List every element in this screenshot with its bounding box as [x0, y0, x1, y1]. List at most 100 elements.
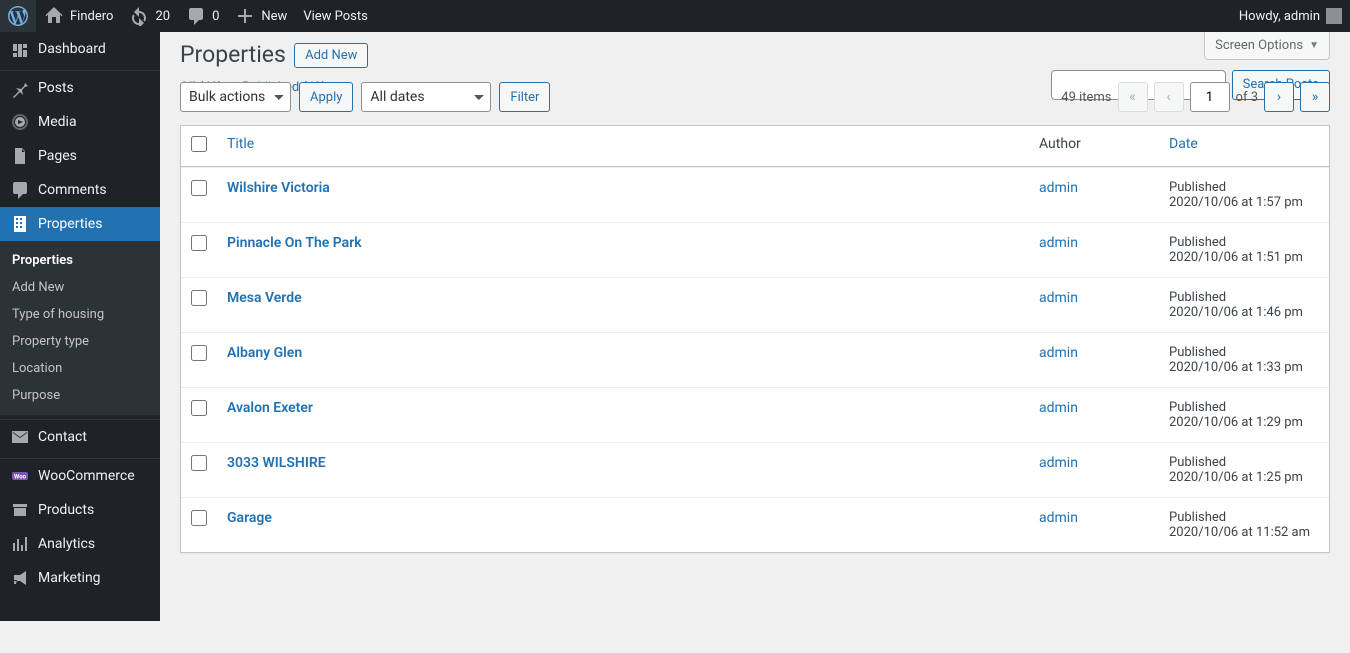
- table-row: 3033 WILSHIRE admin Published2020/10/06 at…: [181, 442, 1329, 497]
- row-author-link[interactable]: admin: [1039, 510, 1078, 526]
- building-icon: [10, 214, 30, 234]
- column-date[interactable]: Date: [1159, 126, 1329, 167]
- row-author-link[interactable]: admin: [1039, 400, 1078, 416]
- chevron-down-icon: ▼: [1309, 40, 1319, 51]
- row-date: Published2020/10/06 at 1:46 pm: [1159, 277, 1329, 332]
- table-row: Avalon ExeteradminPublished2020/10/06 at…: [181, 387, 1329, 442]
- comments-icon: [10, 180, 30, 200]
- my-account[interactable]: Howdy, admin: [1231, 0, 1350, 32]
- date-filter-select[interactable]: All dates: [361, 82, 491, 112]
- menu-dashboard[interactable]: Dashboard: [0, 32, 160, 66]
- row-author-link[interactable]: admin: [1039, 290, 1078, 306]
- column-author: Author: [1029, 126, 1159, 167]
- table-row: Albany GlenadminPublished2020/10/06 at 1…: [181, 332, 1329, 387]
- table-row: GarageadminPublished2020/10/06 at 11:52 …: [181, 497, 1329, 552]
- menu-posts[interactable]: Posts: [0, 71, 160, 105]
- mail-icon: [10, 427, 30, 447]
- view-posts-link[interactable]: View Posts: [295, 0, 376, 32]
- submenu-item-type-housing[interactable]: Type of housing: [0, 301, 160, 328]
- row-title-link[interactable]: Wilshire Victoria: [227, 180, 330, 196]
- screen-options-button[interactable]: Screen Options ▼: [1204, 32, 1330, 60]
- new-content-link[interactable]: New: [227, 0, 295, 32]
- svg-text:Woo: Woo: [14, 474, 27, 481]
- row-checkbox[interactable]: [191, 400, 207, 416]
- home-icon: [44, 6, 64, 26]
- add-new-button[interactable]: Add New: [294, 43, 368, 68]
- megaphone-icon: [10, 568, 30, 588]
- site-name-link[interactable]: Findero: [36, 0, 121, 32]
- menu-analytics-label: Analytics: [38, 536, 95, 552]
- wordpress-icon: [8, 6, 28, 26]
- row-checkbox[interactable]: [191, 235, 207, 251]
- row-title-link[interactable]: Albany Glen: [227, 345, 302, 361]
- row-title-link[interactable]: Mesa Verde: [227, 290, 302, 306]
- menu-comments[interactable]: Comments: [0, 173, 160, 207]
- submenu-item-properties[interactable]: Properties: [0, 247, 160, 274]
- menu-woocommerce[interactable]: Woo WooCommerce: [0, 459, 160, 493]
- row-title-link[interactable]: Avalon Exeter: [227, 400, 313, 416]
- menu-comments-label: Comments: [38, 182, 107, 198]
- updates-link[interactable]: 20: [121, 0, 178, 32]
- row-date: Published2020/10/06 at 1:25 pm: [1159, 442, 1329, 497]
- updates-count: 20: [155, 9, 170, 24]
- archive-icon: [10, 500, 30, 520]
- submenu-properties: Properties Add New Type of housing Prope…: [0, 241, 160, 415]
- next-page-button[interactable]: ›: [1264, 82, 1294, 112]
- table-row: Mesa Verde admin Published2020/10/06 at 1:…: [181, 277, 1329, 332]
- items-count: 49 items: [1061, 90, 1111, 105]
- submenu-item-purpose[interactable]: Purpose: [0, 382, 160, 409]
- row-checkbox[interactable]: [191, 180, 207, 196]
- update-icon: [129, 6, 149, 26]
- page-title: Properties: [180, 32, 286, 72]
- menu-dashboard-label: Dashboard: [38, 41, 106, 57]
- woo-icon: Woo: [10, 466, 30, 486]
- submenu-item-property-type[interactable]: Property type: [0, 328, 160, 355]
- row-author-link[interactable]: admin: [1039, 180, 1078, 196]
- dashboard-icon: [10, 39, 30, 59]
- table-row: Pinnacle On The ParkadminPublished2020/1…: [181, 222, 1329, 277]
- comments-link[interactable]: 0: [178, 0, 227, 32]
- menu-products[interactable]: Products: [0, 493, 160, 527]
- total-pages-label: of 3: [1236, 90, 1258, 105]
- row-checkbox[interactable]: [191, 290, 207, 306]
- page-icon: [10, 146, 30, 166]
- row-author-link[interactable]: admin: [1039, 455, 1078, 471]
- row-title-link[interactable]: 3033 WILSHIRE: [227, 455, 326, 471]
- filter-button[interactable]: Filter: [499, 82, 550, 112]
- menu-properties[interactable]: Properties: [0, 207, 160, 241]
- submenu-item-location[interactable]: Location: [0, 355, 160, 382]
- submenu-item-add-new[interactable]: Add New: [0, 274, 160, 301]
- menu-properties-label: Properties: [38, 216, 102, 232]
- row-checkbox[interactable]: [191, 510, 207, 526]
- menu-products-label: Products: [38, 502, 94, 518]
- prev-page-button: ‹: [1154, 82, 1184, 112]
- avatar: [1326, 8, 1342, 24]
- apply-button[interactable]: Apply: [299, 82, 353, 112]
- current-page-input[interactable]: [1190, 82, 1230, 112]
- row-author-link[interactable]: admin: [1039, 345, 1078, 361]
- menu-pages[interactable]: Pages: [0, 139, 160, 173]
- pin-icon: [10, 78, 30, 98]
- menu-media[interactable]: Media: [0, 105, 160, 139]
- table-row: Wilshire VictoriaadminPublished2020/10/0…: [181, 167, 1329, 222]
- column-title[interactable]: Title: [217, 126, 1029, 167]
- menu-woocommerce-label: WooCommerce: [38, 468, 135, 484]
- menu-contact[interactable]: Contact: [0, 420, 160, 454]
- row-author-link[interactable]: admin: [1039, 235, 1078, 251]
- menu-marketing[interactable]: Marketing: [0, 561, 160, 595]
- comment-icon: [186, 6, 206, 26]
- row-checkbox[interactable]: [191, 455, 207, 471]
- select-all-checkbox[interactable]: [191, 136, 207, 152]
- last-page-button[interactable]: »: [1300, 82, 1330, 112]
- menu-analytics[interactable]: Analytics: [0, 527, 160, 561]
- menu-contact-label: Contact: [38, 429, 87, 445]
- menu-media-label: Media: [38, 114, 77, 130]
- row-checkbox[interactable]: [191, 345, 207, 361]
- row-title-link[interactable]: Garage: [227, 510, 272, 526]
- row-title-link[interactable]: Pinnacle On The Park: [227, 235, 362, 251]
- wp-logo[interactable]: [0, 0, 36, 32]
- new-label: New: [261, 9, 287, 24]
- bulk-actions-select[interactable]: Bulk actions: [180, 82, 291, 112]
- chart-icon: [10, 534, 30, 554]
- media-icon: [10, 112, 30, 132]
